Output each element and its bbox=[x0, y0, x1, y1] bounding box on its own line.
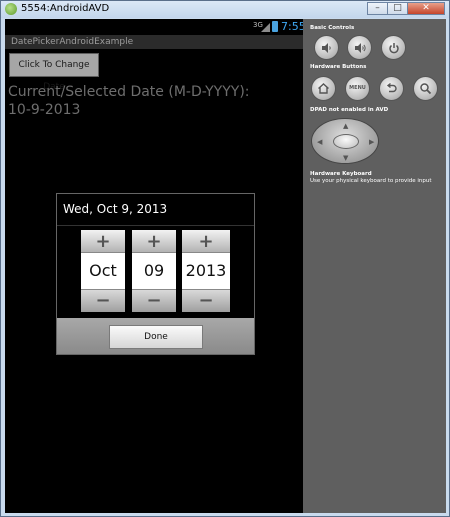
home-button[interactable] bbox=[311, 76, 336, 101]
window-titlebar[interactable]: 5554:AndroidAVD – □ ✕ bbox=[1, 1, 449, 18]
volume-down-icon bbox=[321, 43, 331, 53]
status-time: 7:55 bbox=[281, 20, 303, 33]
home-icon bbox=[318, 83, 329, 94]
day-increment-button[interactable]: + bbox=[132, 230, 176, 253]
window-title: 5554:AndroidAVD bbox=[21, 3, 110, 14]
year-value[interactable]: 2013 bbox=[182, 255, 230, 287]
app-icon bbox=[5, 3, 17, 15]
basic-controls-title: Basic Controls bbox=[310, 25, 355, 31]
search-button[interactable] bbox=[413, 76, 438, 101]
window-client: 3G 7:55 DatePickerAndroidExample Click T… bbox=[5, 19, 446, 513]
hardware-buttons-title: Hardware Buttons bbox=[310, 64, 367, 70]
dpad-title: DPAD not enabled in AVD bbox=[310, 107, 389, 113]
search-icon bbox=[420, 83, 432, 95]
back-button[interactable] bbox=[379, 76, 404, 101]
power-button[interactable] bbox=[381, 35, 406, 60]
dpad-up-icon[interactable]: ▲ bbox=[343, 122, 348, 130]
month-value[interactable]: Oct bbox=[81, 255, 125, 287]
dpad-down-icon[interactable]: ▼ bbox=[343, 154, 348, 162]
signal-icon bbox=[261, 23, 270, 32]
back-icon bbox=[386, 82, 397, 93]
year-picker: + 2013 − bbox=[182, 230, 230, 312]
app-title: DatePickerAndroidExample bbox=[11, 37, 134, 47]
day-value[interactable]: 09 bbox=[132, 255, 176, 287]
emulator-controls-panel: Basic Controls Hardware Buttons MENU DPA bbox=[303, 19, 446, 513]
volume-up-button[interactable] bbox=[347, 35, 372, 60]
window-controls: – □ ✕ bbox=[367, 2, 445, 15]
change-date-button[interactable]: Click To Change Date bbox=[9, 53, 99, 92]
menu-button[interactable]: MENU bbox=[345, 76, 370, 101]
hardware-keyboard-hint: Use your physical keyboard to provide in… bbox=[310, 178, 432, 184]
dialog-divider bbox=[57, 225, 254, 226]
power-icon bbox=[388, 43, 399, 54]
app-title-bar: DatePickerAndroidExample bbox=[5, 35, 303, 49]
date-label: Current/Selected Date (M-D-YYYY): bbox=[8, 84, 250, 100]
month-increment-button[interactable]: + bbox=[81, 230, 125, 253]
dpad-right-icon[interactable]: ▶ bbox=[369, 138, 374, 146]
hardware-keyboard-title: Hardware Keyboard bbox=[310, 171, 372, 177]
volume-down-button[interactable] bbox=[314, 35, 339, 60]
emulator-window: 5554:AndroidAVD – □ ✕ 3G 7:55 DatePicker… bbox=[0, 0, 450, 517]
status-bar: 3G 7:55 bbox=[5, 19, 303, 35]
battery-icon bbox=[272, 21, 278, 32]
maximize-button[interactable]: □ bbox=[387, 2, 408, 15]
volume-up-icon bbox=[354, 43, 366, 53]
year-decrement-button[interactable]: − bbox=[182, 289, 230, 312]
date-picker-dialog: Wed, Oct 9, 2013 + Oct − + 09 − + 2013 − bbox=[56, 193, 255, 355]
dialog-title: Wed, Oct 9, 2013 bbox=[63, 202, 168, 216]
day-picker: + 09 − bbox=[132, 230, 176, 312]
minimize-button[interactable]: – bbox=[367, 2, 388, 15]
dpad-left-icon[interactable]: ◀ bbox=[317, 138, 322, 146]
dpad-center-button[interactable] bbox=[333, 134, 359, 149]
done-button[interactable]: Done bbox=[109, 325, 203, 349]
day-decrement-button[interactable]: − bbox=[132, 289, 176, 312]
month-picker: + Oct − bbox=[81, 230, 125, 312]
month-decrement-button[interactable]: − bbox=[81, 289, 125, 312]
android-screen: 3G 7:55 DatePickerAndroidExample Click T… bbox=[5, 19, 303, 513]
close-button[interactable]: ✕ bbox=[407, 2, 445, 15]
date-value: 10-9-2013 bbox=[8, 102, 81, 118]
dpad[interactable]: ▲ ▼ ◀ ▶ bbox=[311, 118, 379, 164]
year-increment-button[interactable]: + bbox=[182, 230, 230, 253]
dialog-footer: Done bbox=[57, 318, 254, 354]
